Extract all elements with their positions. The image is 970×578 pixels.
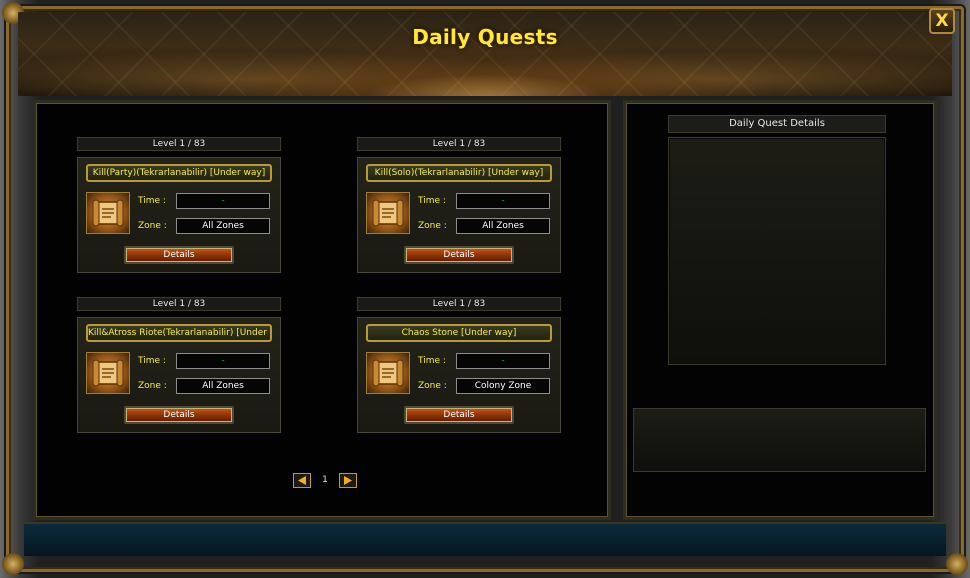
page-number: 1 <box>322 475 328 485</box>
next-page-button[interactable] <box>339 473 357 488</box>
arrow-left-icon <box>298 476 306 485</box>
close-icon: X <box>935 11 949 31</box>
quest-card-body: Kill&Atross Riote(Tekrarlanabilir) [Unde… <box>77 317 281 433</box>
zone-value: All Zones <box>176 378 270 394</box>
zone-label: Zone : <box>138 221 167 231</box>
scroll-icon <box>366 192 410 234</box>
scroll-icon <box>86 352 130 394</box>
zone-value: Colony Zone <box>456 378 550 394</box>
zone-label: Zone : <box>138 381 167 391</box>
close-button[interactable]: X <box>929 8 955 34</box>
scroll-icon <box>366 352 410 394</box>
zone-value: All Zones <box>176 218 270 234</box>
quest-card-body: Kill(Solo)(Tekrarlanabilir) [Under way] … <box>357 157 561 273</box>
details-panel-title: Daily Quest Details <box>668 115 886 133</box>
details-button[interactable]: Details <box>124 246 234 264</box>
quest-card: Level 1 / 83 Kill(Party)(Tekrarlanabilir… <box>77 137 281 275</box>
time-label: Time : <box>418 196 446 206</box>
quest-card: Level 1 / 83 Kill(Solo)(Tekrarlanabilir)… <box>357 137 561 275</box>
quest-card: Level 1 / 83 Kill&Atross Riote(Tekrarlan… <box>77 297 281 435</box>
time-value: - <box>176 193 270 209</box>
pagination: 1 <box>293 473 363 489</box>
scroll-icon <box>86 192 130 234</box>
corner-ornament <box>2 553 24 575</box>
quest-card-body: Chaos Stone [Under way] Time : - Zone : … <box>357 317 561 433</box>
details-description-box <box>633 408 926 472</box>
arrow-right-icon <box>344 476 352 485</box>
window-title: Daily Quests <box>412 25 558 49</box>
quest-name[interactable]: Kill(Party)(Tekrarlanabilir) [Under way] <box>86 164 272 182</box>
time-label: Time : <box>418 356 446 366</box>
time-label: Time : <box>138 196 166 206</box>
zone-label: Zone : <box>418 381 447 391</box>
zone-label: Zone : <box>418 221 447 231</box>
quest-name[interactable]: Kill&Atross Riote(Tekrarlanabilir) [Unde… <box>86 324 272 342</box>
time-value: - <box>456 353 550 369</box>
details-button[interactable]: Details <box>404 406 514 424</box>
quest-level: Level 1 / 83 <box>77 137 281 151</box>
quest-level: Level 1 / 83 <box>357 137 561 151</box>
quest-level: Level 1 / 83 <box>357 297 561 311</box>
quest-level: Level 1 / 83 <box>77 297 281 311</box>
time-label: Time : <box>138 356 166 366</box>
details-content-box <box>668 137 886 365</box>
time-value: - <box>456 193 550 209</box>
zone-value: All Zones <box>456 218 550 234</box>
quest-name[interactable]: Chaos Stone [Under way] <box>366 324 552 342</box>
prev-page-button[interactable] <box>293 473 311 488</box>
details-button[interactable]: Details <box>404 246 514 264</box>
quest-name[interactable]: Kill(Solo)(Tekrarlanabilir) [Under way] <box>366 164 552 182</box>
quest-card: Level 1 / 83 Chaos Stone [Under way] Tim… <box>357 297 561 435</box>
quest-card-body: Kill(Party)(Tekrarlanabilir) [Under way]… <box>77 157 281 273</box>
bottom-bar <box>24 522 946 556</box>
corner-ornament <box>946 553 968 575</box>
time-value: - <box>176 353 270 369</box>
details-button[interactable]: Details <box>124 406 234 424</box>
